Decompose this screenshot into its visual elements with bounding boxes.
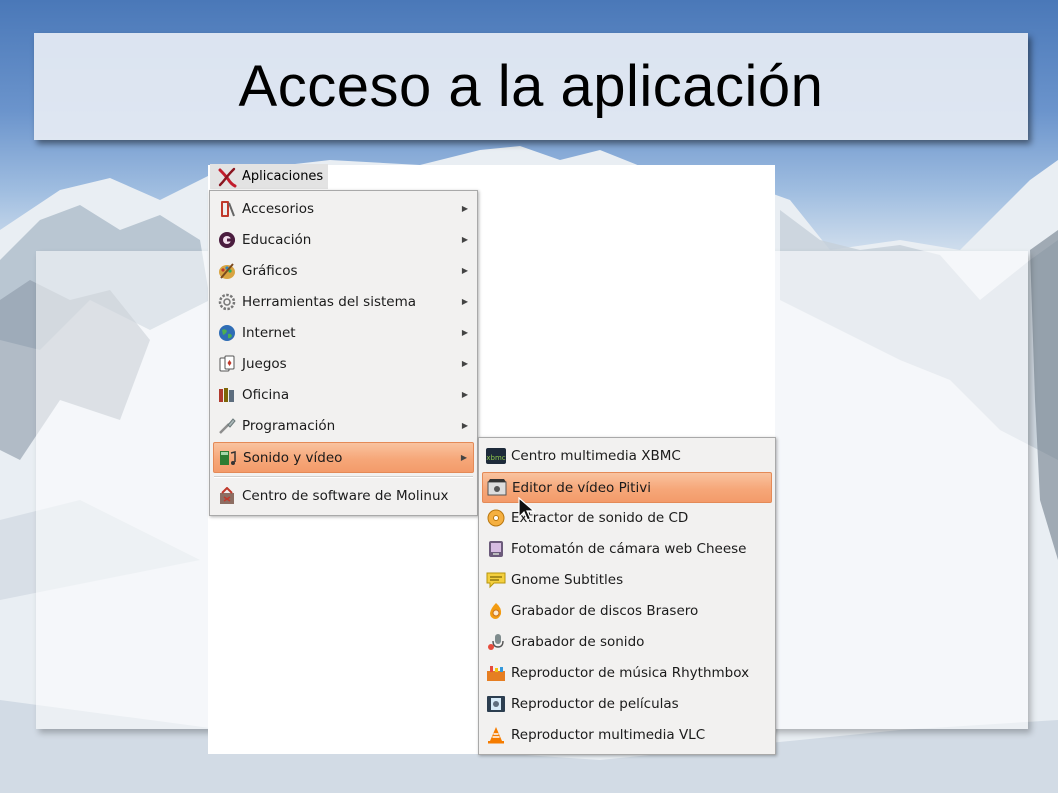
sound-recorder-icon	[486, 632, 506, 652]
submenu-item-label: Editor de vídeo Pitivi	[512, 479, 651, 496]
submenu-item-sound-recorder[interactable]: Grabador de sonido	[482, 627, 772, 656]
movie-player-icon	[486, 694, 506, 714]
menu-item-label: Centro de software de Molinux	[242, 487, 449, 504]
submenu-item-vlc[interactable]: Reproductor multimedia VLC	[482, 720, 772, 749]
submenu-item-label: Reproductor de películas	[511, 695, 679, 712]
applications-menu: Accesorios ▶ Educación ▶ Gráficos ▶ Herr…	[209, 190, 478, 516]
submenu-item-cheese[interactable]: Fotomatón de cámara web Cheese	[482, 534, 772, 563]
menu-item-label: Gráficos	[242, 262, 298, 279]
menu-item-label: Educación	[242, 231, 312, 248]
molinux-logo-icon	[218, 167, 237, 187]
submenu-item-rhythmbox[interactable]: Reproductor de música Rhythmbox	[482, 658, 772, 687]
pitivi-icon	[487, 478, 507, 498]
submenu-item-subtitles[interactable]: Gnome Subtitles	[482, 565, 772, 594]
sound-video-icon	[218, 448, 238, 468]
menu-item-label: Programación	[242, 417, 336, 434]
programming-icon	[217, 416, 237, 436]
submenu-item-label: Centro multimedia XBMC	[511, 447, 681, 464]
svg-text:xbmc: xbmc	[486, 454, 505, 462]
menu-item-software-center[interactable]: Centro de software de Molinux	[213, 481, 474, 510]
submenu-item-label: Fotomatón de cámara web Cheese	[511, 540, 747, 557]
xbmc-icon: xbmc	[486, 446, 506, 466]
menu-item-label: Sonido y vídeo	[243, 449, 343, 466]
office-icon	[217, 385, 237, 405]
internet-globe-icon	[217, 323, 237, 343]
submenu-item-label: Gnome Subtitles	[511, 571, 624, 588]
education-icon	[217, 230, 237, 250]
menu-item-internet[interactable]: Internet ▶	[213, 318, 474, 347]
menu-item-label: Oficina	[242, 386, 290, 403]
menu-item-juegos[interactable]: Juegos ▶	[213, 349, 474, 378]
submenu-item-label: Extractor de sonido de CD	[511, 509, 689, 526]
vlc-icon	[486, 725, 506, 745]
brasero-icon	[486, 601, 506, 621]
submenu-arrow-icon: ▶	[461, 328, 468, 337]
software-center-icon	[217, 486, 237, 506]
submenu-item-brasero[interactable]: Grabador de discos Brasero	[482, 596, 772, 625]
rhythmbox-icon	[486, 663, 506, 683]
menu-separator	[214, 476, 473, 478]
accessories-icon	[217, 199, 237, 219]
menu-item-programacion[interactable]: Programación ▶	[213, 411, 474, 440]
menu-item-label: Accesorios	[242, 200, 315, 217]
menu-item-educacion[interactable]: Educación ▶	[213, 225, 474, 254]
submenu-arrow-icon: ▶	[461, 204, 468, 213]
applications-label: Aplicaciones	[242, 169, 324, 184]
submenu-arrow-icon: ▶	[461, 297, 468, 306]
submenu-item-label: Grabador de sonido	[511, 633, 645, 650]
menu-item-accesorios[interactable]: Accesorios ▶	[213, 194, 474, 223]
menu-item-label: Juegos	[242, 355, 287, 372]
mouse-cursor-icon	[518, 497, 536, 521]
menu-item-sonido-video[interactable]: Sonido y vídeo ▶	[213, 442, 474, 473]
submenu-item-label: Grabador de discos Brasero	[511, 602, 699, 619]
submenu-item-label: Reproductor multimedia VLC	[511, 726, 706, 743]
subtitles-icon	[486, 570, 506, 590]
menu-item-label: Internet	[242, 324, 296, 341]
applications-menu-button[interactable]: Aplicaciones	[210, 164, 328, 189]
submenu-item-movie-player[interactable]: Reproductor de películas	[482, 689, 772, 718]
submenu-arrow-icon: ▶	[460, 453, 467, 462]
submenu-arrow-icon: ▶	[461, 390, 468, 399]
submenu-arrow-icon: ▶	[461, 421, 468, 430]
submenu-arrow-icon: ▶	[461, 266, 468, 275]
cheese-icon	[486, 539, 506, 559]
sound-video-submenu: xbmc Centro multimedia XBMC Editor de ví…	[478, 437, 776, 755]
submenu-item-xbmc[interactable]: xbmc Centro multimedia XBMC	[482, 441, 772, 470]
menu-item-graficos[interactable]: Gráficos ▶	[213, 256, 474, 285]
graphics-icon	[217, 261, 237, 281]
submenu-arrow-icon: ▶	[461, 359, 468, 368]
menu-item-oficina[interactable]: Oficina ▶	[213, 380, 474, 409]
system-tools-icon	[217, 292, 237, 312]
submenu-arrow-icon: ▶	[461, 235, 468, 244]
cd-extractor-icon	[486, 508, 506, 528]
slide-title: Acceso a la aplicación	[238, 54, 824, 119]
games-cards-icon	[217, 354, 237, 374]
slide-title-bar: Acceso a la aplicación	[34, 33, 1028, 140]
submenu-item-label: Reproductor de música Rhythmbox	[511, 664, 750, 681]
menu-item-herramientas[interactable]: Herramientas del sistema ▶	[213, 287, 474, 316]
menu-item-label: Herramientas del sistema	[242, 293, 417, 310]
